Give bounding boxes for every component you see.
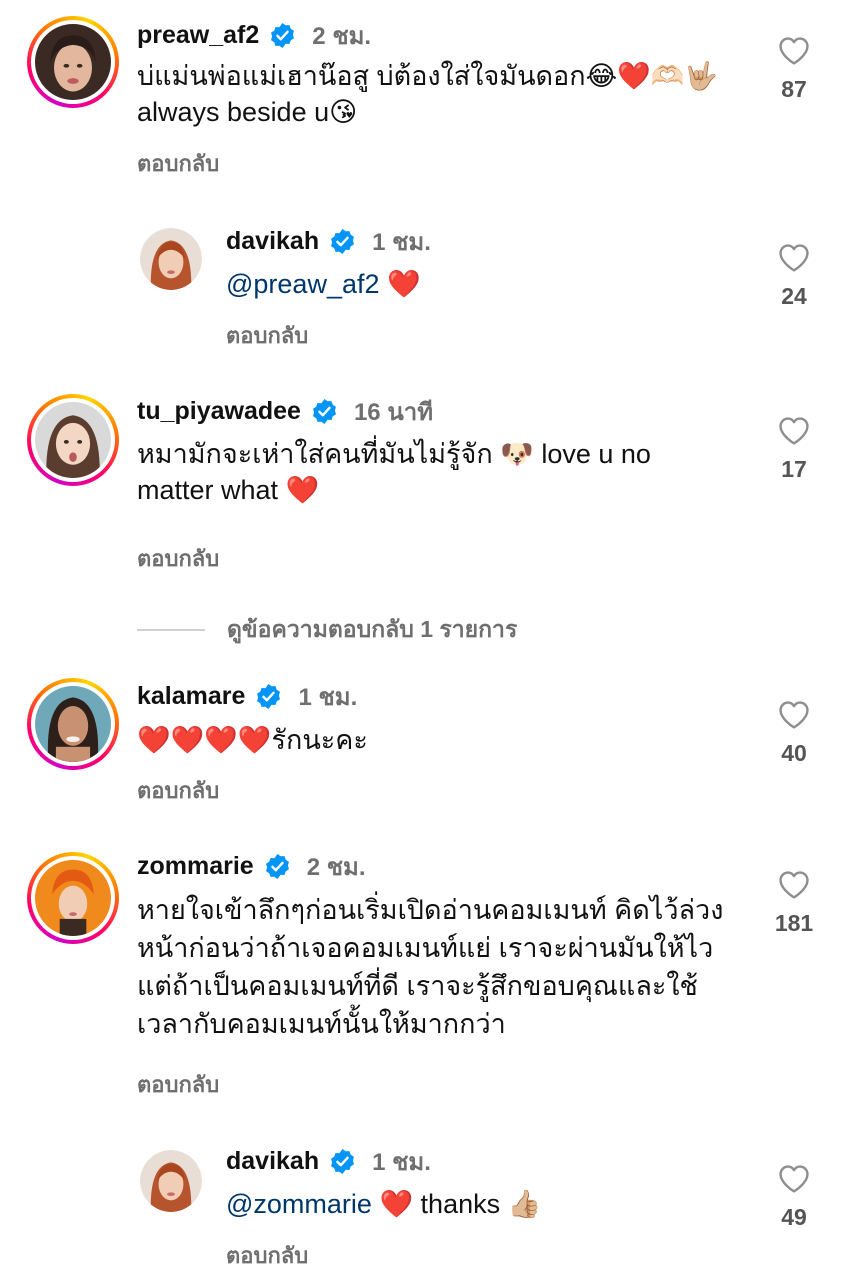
- reply-comment-item: davikah 1 ชม. @zommarie ❤️ thanks 👍🏼 ตอบ…: [0, 1120, 857, 1280]
- timestamp: 2 ชม.: [306, 854, 366, 881]
- verified-badge-icon: [255, 683, 282, 710]
- timestamp: 1 ชม.: [372, 229, 431, 256]
- comment-text-line: บ่แม่นพ่อแม่เฮาน๊อสู บ่ต้องใส่ใจมันดอก😂❤…: [137, 61, 719, 91]
- comment-text-line: เวลากับคอมเมนท์นั้นให้มากกว่า: [137, 1009, 506, 1039]
- username[interactable]: davikah: [226, 1147, 319, 1176]
- reply-button[interactable]: ตอบกลับ: [226, 318, 308, 353]
- reply-button[interactable]: ตอบกลับ: [137, 1067, 219, 1102]
- comment-text-line: หมามักจะเห่าใส่คนที่มันไม่รู้จัก 🐶 love …: [137, 439, 651, 469]
- like-button[interactable]: 24: [764, 241, 824, 310]
- avatar[interactable]: [140, 228, 202, 290]
- reply-comment-item: davikah 1 ชม. @preaw_af2 ❤️ ตอบกลับ 24: [0, 190, 857, 370]
- like-count: 17: [781, 456, 807, 482]
- like-button[interactable]: 87: [764, 34, 824, 103]
- like-button[interactable]: 40: [764, 698, 824, 767]
- verified-badge-icon: [264, 853, 291, 880]
- reply-button[interactable]: ตอบกลับ: [137, 773, 219, 808]
- comment-item: zommarie 2 ชม. หายใจเข้าลึกๆก่อนเริ่มเปิ…: [0, 830, 857, 1120]
- comment-text-line: always beside u😘: [137, 97, 358, 127]
- heart-outline-icon[interactable]: [777, 241, 811, 275]
- like-count: 87: [781, 76, 807, 102]
- avatar-photo: [140, 1150, 202, 1212]
- like-count: 24: [781, 283, 807, 309]
- like-count: 181: [774, 910, 814, 936]
- heart-outline-icon[interactable]: [777, 34, 811, 68]
- comment-text-line: matter what ❤️: [137, 475, 320, 505]
- avatar-photo: [140, 228, 202, 290]
- timestamp: 1 ชม.: [372, 1149, 431, 1176]
- heart-outline-icon[interactable]: [777, 698, 811, 732]
- comment-text-line: หน้าก่อนว่าถ้าเจอคอมเมนท์แย่ เราจะผ่านมั…: [137, 933, 714, 963]
- mention-link[interactable]: @preaw_af2: [226, 269, 380, 299]
- timestamp: 2 ชม.: [312, 23, 372, 50]
- verified-badge-icon: [269, 22, 296, 49]
- avatar-photo: [35, 402, 111, 478]
- comment-text: หมามักจะเห่าใส่คนที่มันไม่รู้จัก 🐶 love …: [137, 436, 757, 508]
- comment-text: ❤️❤️❤️❤️รักนะคะ: [137, 722, 368, 758]
- username[interactable]: davikah: [226, 227, 319, 256]
- like-count: 40: [781, 740, 807, 766]
- comment-text: บ่แม่นพ่อแม่เฮาน๊อสู บ่ต้องใส่ใจมันดอก😂❤…: [137, 58, 757, 130]
- view-replies-button[interactable]: ดูข้อความตอบกลับ 1 รายการ: [137, 612, 517, 648]
- like-button[interactable]: 181: [764, 868, 824, 937]
- heart-outline-icon[interactable]: [777, 414, 811, 448]
- comment-text: หายใจเข้าลึกๆก่อนเริ่มเปิดอ่านคอมเมนท์ ค…: [137, 891, 762, 1043]
- mention-link[interactable]: @zommarie: [226, 1189, 372, 1219]
- heart-outline-icon[interactable]: [777, 1162, 811, 1196]
- avatar[interactable]: [27, 852, 119, 944]
- timestamp: 1 ชม.: [298, 684, 358, 711]
- username[interactable]: preaw_af2: [137, 21, 259, 50]
- avatar[interactable]: [27, 678, 119, 770]
- reply-button[interactable]: ตอบกลับ: [137, 146, 219, 181]
- comment-text-line: หายใจเข้าลึกๆก่อนเริ่มเปิดอ่านคอมเมนท์ ค…: [137, 895, 724, 925]
- comment-text: @preaw_af2 ❤️: [226, 266, 421, 302]
- comment-item: preaw_af2 2 ชม. บ่แม่นพ่อแม่เฮาน๊อสู บ่ต…: [0, 0, 857, 190]
- username[interactable]: zommarie: [137, 852, 254, 881]
- avatar-photo: [35, 24, 111, 100]
- reply-button[interactable]: ตอบกลับ: [137, 541, 219, 576]
- avatar[interactable]: [27, 16, 119, 108]
- username[interactable]: tu_piyawadee: [137, 397, 301, 426]
- comment-text-tail: ❤️ thanks 👍🏼: [371, 1189, 542, 1219]
- like-count: 49: [781, 1204, 807, 1230]
- like-button[interactable]: 49: [764, 1162, 824, 1231]
- avatar-photo: [35, 860, 111, 936]
- comment-text: @zommarie ❤️ thanks 👍🏼: [226, 1186, 541, 1222]
- verified-badge-icon: [329, 228, 356, 255]
- avatar[interactable]: [140, 1150, 202, 1212]
- avatar-photo: [35, 686, 111, 762]
- view-replies-label[interactable]: ดูข้อความตอบกลับ 1 รายการ: [227, 612, 517, 648]
- comment-item: kalamare 1 ชม. ❤️❤️❤️❤️รักนะคะ ตอบกลับ 4…: [0, 660, 857, 820]
- verified-badge-icon: [311, 398, 338, 425]
- comment-text-line: ❤️❤️❤️❤️รักนะคะ: [137, 725, 368, 755]
- timestamp: 16 นาที: [353, 399, 434, 426]
- verified-badge-icon: [329, 1148, 356, 1175]
- avatar[interactable]: [27, 394, 119, 486]
- heart-outline-icon[interactable]: [777, 868, 811, 902]
- divider-line: [137, 629, 205, 631]
- comment-text-line: แต่ถ้าเป็นคอมเมนท์ที่ดี เราจะรู้สึกขอบคุ…: [137, 971, 698, 1001]
- comment-text-tail: ❤️: [379, 269, 421, 299]
- comment-item: tu_piyawadee 16 นาที หมามักจะเห่าใส่คนที…: [0, 370, 857, 590]
- like-button[interactable]: 17: [764, 414, 824, 483]
- username[interactable]: kalamare: [137, 682, 245, 711]
- reply-button[interactable]: ตอบกลับ: [226, 1238, 308, 1273]
